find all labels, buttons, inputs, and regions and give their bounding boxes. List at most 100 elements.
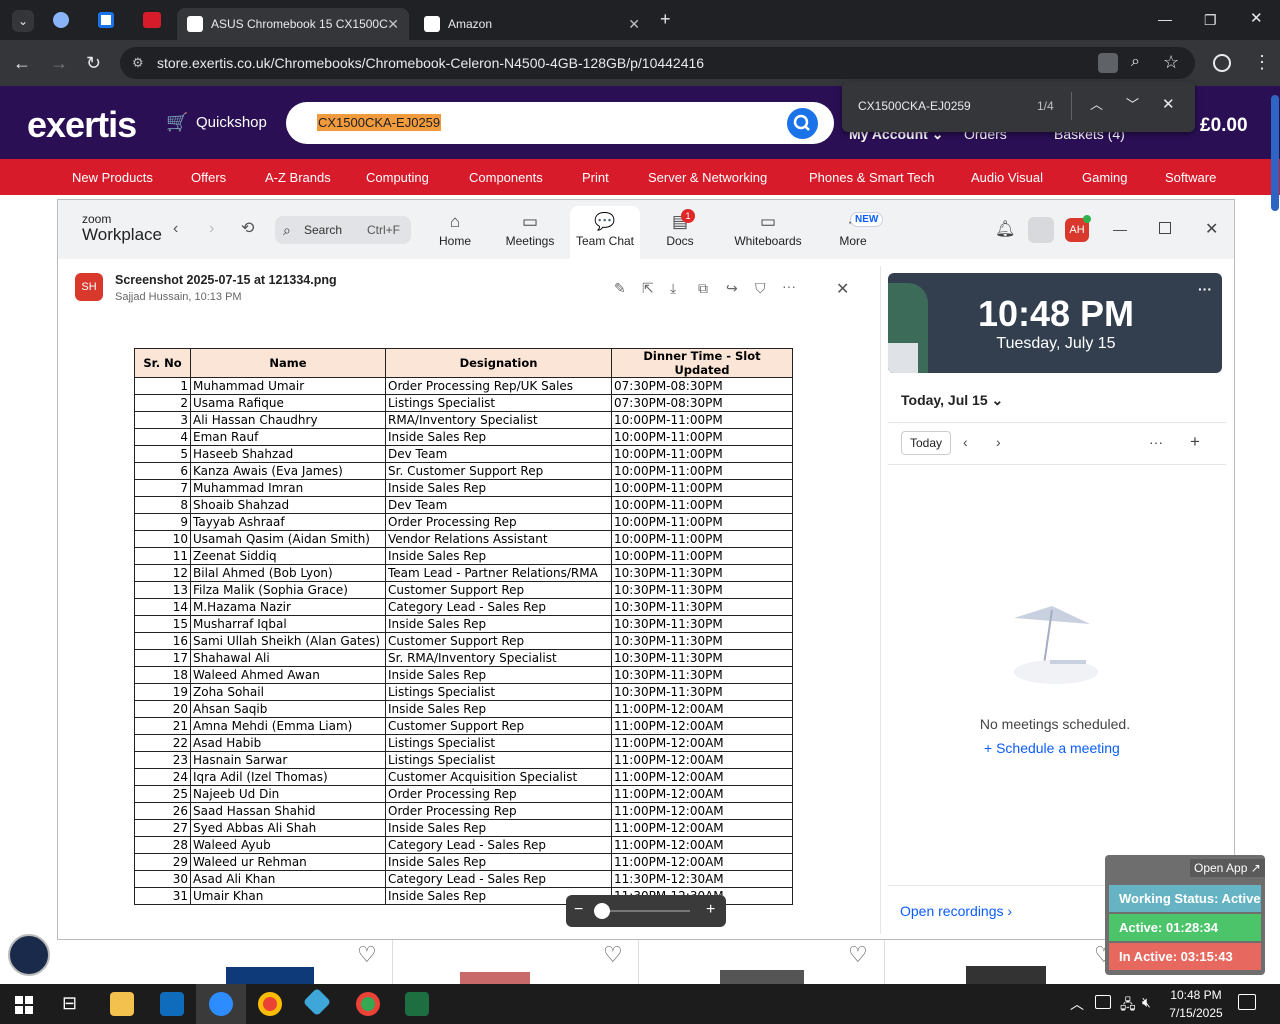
nav-offers[interactable]: Offers <box>191 170 226 185</box>
lens-icon[interactable] <box>1098 53 1118 73</box>
forward-arrow-icon[interactable]: › <box>209 220 214 238</box>
page-scrollbar[interactable] <box>1271 95 1279 211</box>
nav-phones-smart-tech[interactable]: Phones & Smart Tech <box>809 170 935 185</box>
nav-audio-visual[interactable]: Audio Visual <box>971 170 1043 185</box>
zoom-search-input[interactable]: ⌕ Search Ctrl+F <box>275 216 411 244</box>
edit-icon[interactable]: ✎ <box>614 280 626 297</box>
product-image[interactable] <box>966 966 1046 984</box>
schedule-meeting-link[interactable]: + Schedule a meeting <box>984 740 1120 756</box>
tab-exertis[interactable]: ASUS Chromebook 15 CX1500C ✕ <box>177 8 409 40</box>
calendar-more-icon[interactable]: ··· <box>1149 434 1163 450</box>
today-button[interactable]: Today <box>901 431 952 455</box>
calendar-date-picker[interactable]: Today, Jul 15 ⌄ <box>901 392 1003 409</box>
address-bar[interactable]: ⚙ store.exertis.co.uk/Chromebooks/Chrome… <box>120 47 1195 79</box>
tray-chevron-icon[interactable]: ︿ <box>1070 994 1084 1014</box>
product-image[interactable] <box>720 970 804 984</box>
find-input[interactable]: CX1500CKA-EJ0259 <box>858 99 971 113</box>
close-window-icon[interactable]: ✕ <box>1250 9 1263 29</box>
close-viewer-icon[interactable]: ✕ <box>836 279 849 299</box>
gift-icon[interactable] <box>1028 217 1054 243</box>
wishlist-heart-icon[interactable]: ♡ <box>848 942 868 968</box>
close-tab-icon[interactable]: ✕ <box>628 16 640 33</box>
volume-icon[interactable]: 🔇︎ <box>1142 994 1151 1011</box>
open-external-icon[interactable]: ⇱ <box>642 280 654 297</box>
menu-kebab-icon[interactable]: ⋮ <box>1253 52 1271 72</box>
accessibility-icon[interactable] <box>8 934 50 976</box>
pinned-tab-icon[interactable] <box>98 12 114 28</box>
forward-icon[interactable]: → <box>50 53 68 73</box>
tray-app-icon[interactable] <box>1095 995 1111 1009</box>
nav-print[interactable]: Print <box>582 170 609 185</box>
share-icon[interactable]: ↪ <box>726 280 738 297</box>
minimize-icon[interactable]: — <box>1158 9 1172 29</box>
network-icon[interactable]: 🖧︎ <box>1120 994 1136 1018</box>
search-button[interactable] <box>787 108 818 139</box>
bookmark-icon[interactable]: ⛉ <box>755 280 766 297</box>
taskbar-date[interactable]: 7/15/2025 <box>1163 1006 1229 1020</box>
tab-whiteboards[interactable]: ▭ Whiteboards <box>728 206 808 260</box>
new-tab-icon[interactable]: + <box>660 9 671 29</box>
tab-home[interactable]: ⌂ Home <box>420 206 490 260</box>
site-info-icon[interactable]: ⚙ <box>132 47 144 79</box>
zoom-slider-handle[interactable] <box>594 903 610 919</box>
copy-icon[interactable]: ⧉ <box>698 280 708 297</box>
nav-software[interactable]: Software <box>1165 170 1216 185</box>
nav-computing[interactable]: Computing <box>366 170 429 185</box>
find-next-icon[interactable]: ﹀ <box>1126 95 1139 115</box>
zoom-icon[interactable]: ⌕ <box>1131 52 1140 72</box>
tab-search-icon[interactable]: ⌄ <box>12 10 34 32</box>
windows-start-icon[interactable] <box>15 996 33 1014</box>
zoom-minimize-icon[interactable]: — <box>1113 221 1127 237</box>
product-image[interactable] <box>226 967 314 984</box>
nav-new-products[interactable]: New Products <box>72 170 153 185</box>
next-day-icon[interactable]: › <box>996 434 1001 450</box>
exertis-logo[interactable]: exertis <box>27 104 137 146</box>
open-recordings-link[interactable]: Open recordings › <box>900 903 1012 919</box>
more-options-icon[interactable]: ··· <box>782 278 796 294</box>
excel-icon[interactable] <box>405 992 429 1016</box>
zoom-in-icon[interactable]: + <box>706 901 715 919</box>
open-app-button[interactable]: Open App ↗ <box>1190 859 1265 877</box>
basket-total[interactable]: £0.00 <box>1200 115 1248 137</box>
nav-gaming[interactable]: Gaming <box>1082 170 1128 185</box>
outlook-icon[interactable] <box>160 992 184 1016</box>
notification-bell-icon[interactable]: 🔔︎ <box>995 219 1015 239</box>
zoom-out-icon[interactable]: − <box>574 901 583 919</box>
find-prev-icon[interactable]: ︿ <box>1090 95 1103 115</box>
taskbar-time[interactable]: 10:48 PM <box>1168 988 1224 1002</box>
clock-more-icon[interactable]: ··· <box>1198 281 1212 297</box>
zoom-close-icon[interactable]: ✕ <box>1205 219 1218 239</box>
download-icon[interactable]: ⤓ <box>670 280 676 297</box>
quickshop-link[interactable]: Quickshop <box>196 114 267 131</box>
zoom-app-icon[interactable] <box>209 992 233 1016</box>
find-close-icon[interactable]: ✕ <box>1162 95 1175 115</box>
chrome-profile-icon[interactable] <box>356 992 380 1016</box>
nav-az-brands[interactable]: A-Z Brands <box>265 170 331 185</box>
pinned-tab-exertis-icon[interactable] <box>143 12 161 28</box>
nav-components[interactable]: Components <box>469 170 543 185</box>
restore-icon[interactable]: ❐ <box>1204 10 1217 30</box>
bookmark-star-icon[interactable]: ☆ <box>1163 52 1179 72</box>
wishlist-heart-icon[interactable]: ♡ <box>357 942 377 968</box>
profile-icon[interactable] <box>1213 54 1231 72</box>
nav-server-networking[interactable]: Server & Networking <box>648 170 767 185</box>
tab-meetings[interactable]: ▭ Meetings <box>495 206 565 260</box>
product-image[interactable] <box>460 972 530 984</box>
tab-amazon[interactable]: Amazon ✕ <box>414 8 650 40</box>
file-explorer-icon[interactable] <box>110 992 134 1016</box>
back-arrow-icon[interactable]: ‹ <box>173 220 178 238</box>
tab-docs[interactable]: ▤ Docs <box>645 206 715 260</box>
wishlist-heart-icon[interactable]: ♡ <box>603 942 623 968</box>
back-icon[interactable]: ← <box>13 53 31 73</box>
prev-day-icon[interactable]: ‹ <box>963 434 968 450</box>
close-tab-icon[interactable]: ✕ <box>387 16 399 33</box>
task-view-icon[interactable]: ⊟ <box>62 993 77 1014</box>
add-event-icon[interactable]: + <box>1190 432 1200 452</box>
notification-center-icon[interactable] <box>1238 994 1256 1010</box>
reload-icon[interactable]: ↻ <box>86 53 101 73</box>
tab-team-chat[interactable]: 💬 Team Chat <box>570 206 640 260</box>
pinned-tab-icon[interactable] <box>53 12 69 28</box>
zoom-maximize-icon[interactable] <box>1159 222 1171 234</box>
history-icon[interactable]: ⟲ <box>241 218 254 238</box>
chrome-icon[interactable] <box>258 992 282 1016</box>
